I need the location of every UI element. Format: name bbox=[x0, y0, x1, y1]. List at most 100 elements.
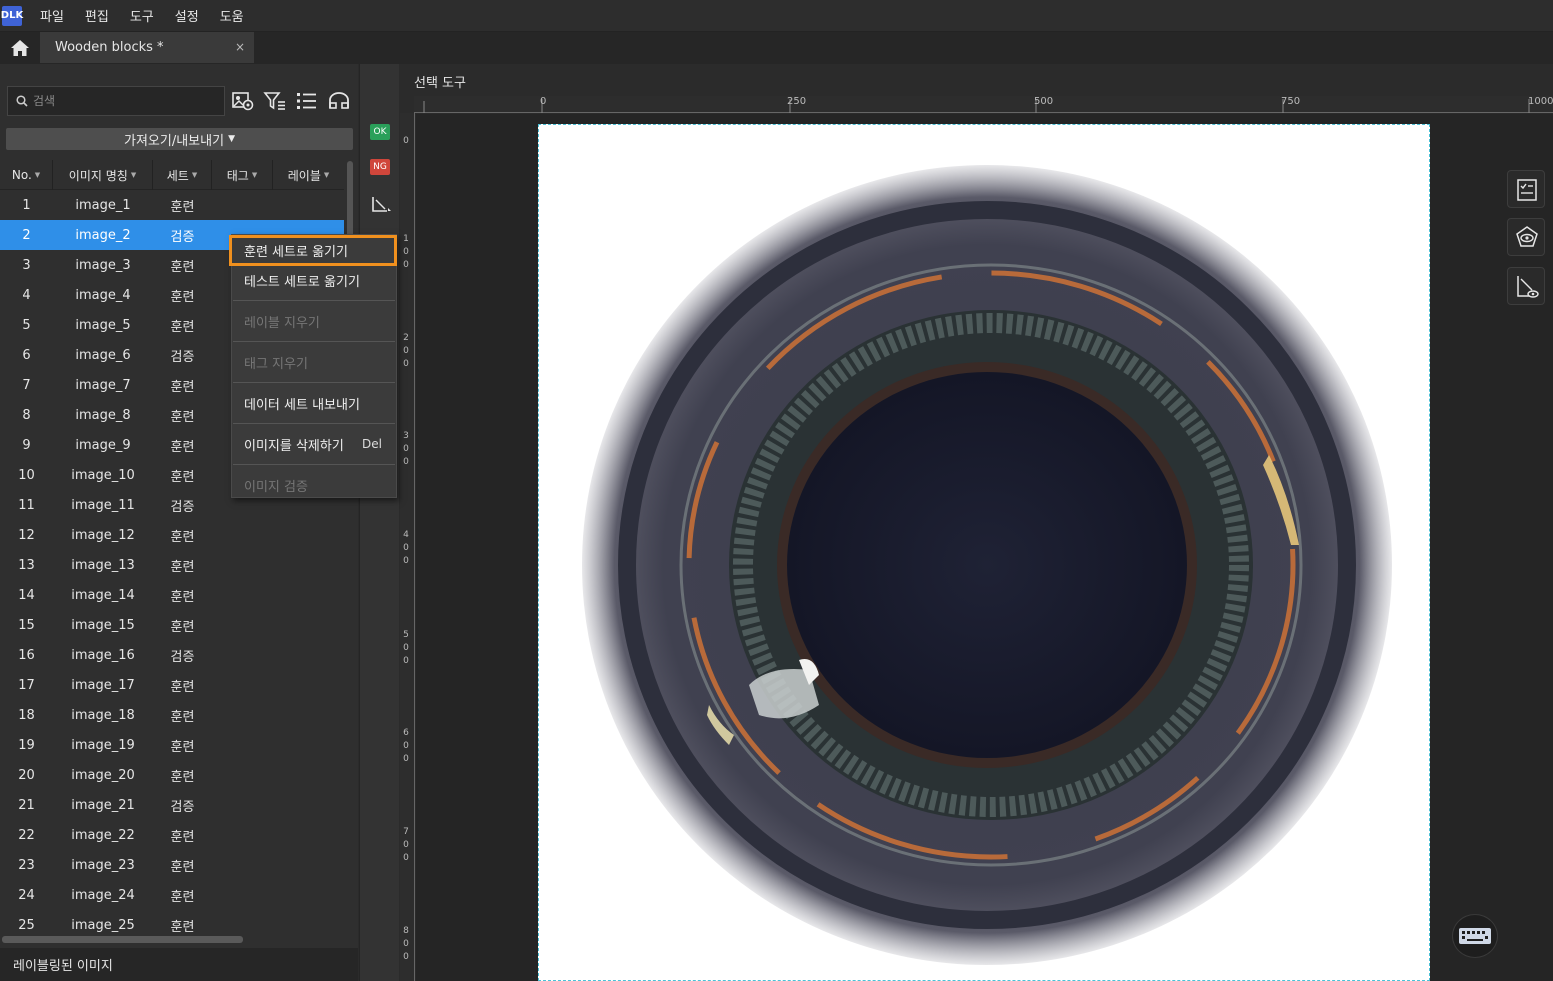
row-image-name: image_7 bbox=[75, 377, 131, 393]
row-set: 훈련 bbox=[170, 379, 195, 395]
column-header-tag[interactable]: 태그 ▼ bbox=[212, 160, 273, 190]
bottle-photo bbox=[582, 165, 1392, 965]
row-set: 훈련 bbox=[170, 829, 195, 845]
menu-tools[interactable]: 도구 bbox=[128, 6, 156, 25]
table-row[interactable]: 14 image_14 훈련 bbox=[0, 580, 344, 610]
row-number: 17 bbox=[18, 677, 35, 693]
row-image-name: image_24 bbox=[71, 887, 135, 903]
row-image-name: image_4 bbox=[75, 287, 131, 303]
highlight-box bbox=[229, 235, 397, 266]
row-image-name: image_2 bbox=[75, 227, 131, 243]
column-header-label[interactable]: 레이블 ▼ bbox=[273, 160, 344, 190]
row-image-name: image_20 bbox=[71, 767, 135, 783]
menu-export-dataset[interactable]: 데이터 세트 내보내기 bbox=[232, 388, 396, 418]
tab-bar: Wooden blocks * × bbox=[0, 32, 1553, 64]
search-input[interactable] bbox=[33, 94, 213, 108]
row-set: 훈련 bbox=[170, 919, 195, 935]
layout-icon[interactable] bbox=[327, 90, 351, 112]
table-row[interactable]: 1 image_1 훈련 bbox=[0, 190, 344, 220]
ruler-label: 1 0 0 bbox=[403, 234, 409, 270]
shape-visibility-icon[interactable] bbox=[1507, 218, 1545, 256]
list-view-icon[interactable] bbox=[295, 90, 319, 112]
table-row[interactable]: 22 image_22 훈련 bbox=[0, 820, 344, 850]
keyboard-shortcut-button[interactable] bbox=[1452, 914, 1498, 958]
home-icon[interactable] bbox=[9, 38, 31, 58]
row-image-name: image_3 bbox=[75, 257, 131, 273]
row-number: 14 bbox=[18, 587, 35, 603]
table-row[interactable]: 13 image_13 훈련 bbox=[0, 550, 344, 580]
chevron-down-icon: ▼ bbox=[228, 134, 235, 144]
row-set: 훈련 bbox=[170, 529, 195, 545]
table-row[interactable]: 24 image_24 훈련 bbox=[0, 880, 344, 910]
horizontal-scrollbar[interactable] bbox=[2, 936, 243, 943]
sort-icon: ▼ bbox=[323, 171, 330, 179]
table-row[interactable]: 20 image_20 훈련 bbox=[0, 760, 344, 790]
table-row[interactable]: 15 image_15 훈련 bbox=[0, 610, 344, 640]
menu-divider bbox=[233, 341, 395, 342]
tab-wooden-blocks[interactable]: Wooden blocks * × bbox=[40, 32, 254, 63]
column-header-image-name[interactable]: 이미지 명칭 ▼ bbox=[53, 160, 153, 190]
table-row[interactable]: 16 image_16 검증 bbox=[0, 640, 344, 670]
select-tool-icon[interactable] bbox=[370, 194, 392, 214]
table-row[interactable]: 25 image_25 훈련 bbox=[0, 910, 344, 935]
table-row[interactable]: 17 image_17 훈련 bbox=[0, 670, 344, 700]
row-set: 훈련 bbox=[170, 679, 195, 695]
row-set: 훈련 bbox=[170, 709, 195, 725]
row-set: 훈련 bbox=[170, 409, 195, 425]
table-row[interactable]: 12 image_12 훈련 bbox=[0, 520, 344, 550]
ruler-label: 1000 bbox=[1528, 96, 1553, 107]
import-export-button[interactable]: 가져오기/내보내기 ▼ bbox=[6, 128, 353, 150]
table-row[interactable]: 18 image_18 훈련 bbox=[0, 700, 344, 730]
row-set: 훈련 bbox=[170, 589, 195, 605]
row-set: 검증 bbox=[170, 349, 195, 365]
sort-icon: ▼ bbox=[34, 171, 41, 179]
row-number: 11 bbox=[18, 497, 35, 513]
checklist-icon[interactable] bbox=[1507, 170, 1545, 208]
inspection-image[interactable] bbox=[538, 124, 1430, 981]
filter-icon[interactable] bbox=[263, 90, 287, 112]
ok-badge[interactable]: OK bbox=[370, 124, 390, 140]
row-image-name: image_13 bbox=[71, 557, 135, 573]
ruler-vertical: 0 1 0 0 2 0 0 3 0 0 4 0 0 5 0 0 6 0 0 7 … bbox=[400, 113, 415, 981]
column-header-no[interactable]: No. ▼ bbox=[0, 160, 53, 190]
close-icon[interactable]: × bbox=[235, 40, 245, 54]
tab-title: Wooden blocks * bbox=[55, 40, 164, 55]
menu-edit[interactable]: 편집 bbox=[83, 6, 111, 25]
ruler-label: 250 bbox=[787, 96, 807, 107]
row-image-name: image_15 bbox=[71, 617, 135, 633]
row-image-name: image_11 bbox=[71, 497, 135, 513]
table-header: No. ▼ 이미지 명칭 ▼ 세트 ▼ 태그 ▼ 레이블 ▼ bbox=[0, 160, 344, 190]
ruler-label: 8 0 0 bbox=[403, 926, 409, 962]
row-set: 훈련 bbox=[170, 289, 195, 305]
menu-divider bbox=[233, 300, 395, 301]
ruler-label: 5 0 0 bbox=[403, 630, 409, 666]
ruler-label: 0 bbox=[403, 136, 409, 146]
row-image-name: image_18 bbox=[71, 707, 135, 723]
table-row[interactable]: 19 image_19 훈련 bbox=[0, 730, 344, 760]
row-number: 3 bbox=[22, 257, 31, 273]
menu-help[interactable]: 도움 bbox=[218, 6, 246, 25]
row-image-name: image_8 bbox=[75, 407, 131, 423]
table-row[interactable]: 21 image_21 검증 bbox=[0, 790, 344, 820]
menu-move-to-test-set[interactable]: 테스트 세트로 옮기기 bbox=[232, 265, 396, 295]
row-image-name: image_17 bbox=[71, 677, 135, 693]
ruler-label: 3 0 0 bbox=[403, 431, 409, 467]
menu-settings[interactable]: 설정 bbox=[173, 6, 201, 25]
row-number: 22 bbox=[18, 827, 35, 843]
image-settings-icon[interactable] bbox=[231, 90, 255, 112]
row-image-name: image_6 bbox=[75, 347, 131, 363]
labeled-images-label[interactable]: 레이블링된 이미지 bbox=[13, 955, 113, 974]
row-image-name: image_9 bbox=[75, 437, 131, 453]
row-number: 18 bbox=[18, 707, 35, 723]
search-box[interactable] bbox=[7, 86, 225, 116]
search-icon bbox=[16, 95, 28, 107]
ruler-label: 4 0 0 bbox=[403, 530, 409, 566]
menu-delete-image[interactable]: 이미지를 삭제하기 Del bbox=[232, 429, 396, 459]
ng-badge[interactable]: NG bbox=[370, 159, 390, 175]
menu-file[interactable]: 파일 bbox=[38, 6, 66, 25]
mask-visibility-icon[interactable] bbox=[1507, 267, 1545, 305]
table-row[interactable]: 23 image_23 훈련 bbox=[0, 850, 344, 880]
row-set: 검증 bbox=[170, 799, 195, 815]
row-set: 훈련 bbox=[170, 769, 195, 785]
column-header-set[interactable]: 세트 ▼ bbox=[153, 160, 212, 190]
